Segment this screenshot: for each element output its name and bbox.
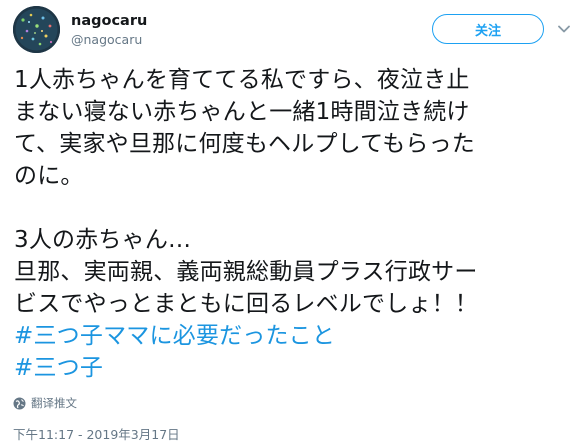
user-names: nagocaru @nagocaru — [71, 12, 147, 49]
chevron-down-icon — [558, 25, 570, 33]
user-handle[interactable]: @nagocaru — [71, 31, 147, 49]
tweet-line: 3人の赤ちゃん… — [14, 227, 192, 253]
avatar-image — [13, 6, 60, 53]
tweet-line: ビスでやっとまともに回るレベルでしょ！！ — [14, 291, 478, 317]
translate-label: 翻译推文 — [31, 396, 77, 410]
display-name[interactable]: nagocaru — [71, 12, 147, 30]
follow-button[interactable]: 关注 — [432, 14, 544, 44]
tweet-line: 旦那、実両親、義両親総動員プラス行政サー — [14, 259, 478, 285]
tweet-line: て、実家や旦那に何度もヘルプしてもらった — [14, 131, 476, 157]
tweet-card: nagocaru @nagocaru 关注 1人赤ちゃんを育ててる私ですら、夜泣… — [0, 0, 579, 446]
tweet-header: nagocaru @nagocaru 关注 — [13, 6, 571, 56]
globe-icon — [13, 397, 26, 409]
tweet-line: まない寝ない赤ちゃんと一緒1時間泣き続け — [14, 99, 470, 125]
hashtag-link[interactable]: #三つ子ママに必要だったこと — [14, 320, 570, 352]
hashtag-link[interactable]: #三つ子 — [14, 352, 570, 384]
tweet-line: のに。 — [14, 163, 84, 189]
avatar[interactable] — [13, 6, 60, 53]
tweet-text: 1人赤ちゃんを育ててる私ですら、夜泣き止 まない寝ない赤ちゃんと一緒1時間泣き続… — [14, 64, 570, 384]
tweet-line: 1人赤ちゃんを育ててる私ですら、夜泣き止 — [14, 67, 470, 93]
more-options-button[interactable] — [557, 22, 571, 36]
tweet-timestamp[interactable]: 下午11:17 - 2019年3月17日 — [13, 424, 180, 443]
translate-tweet-link[interactable]: 翻译推文 — [13, 394, 77, 412]
